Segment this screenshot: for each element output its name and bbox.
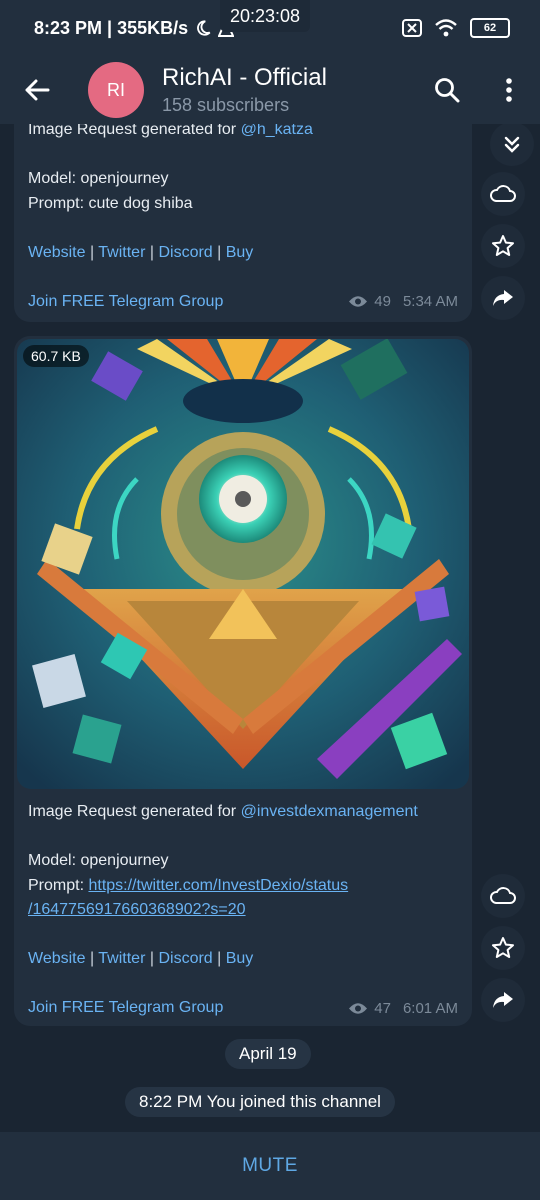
- favorite-button[interactable]: [481, 224, 525, 268]
- buy-link[interactable]: Buy: [226, 244, 254, 261]
- message-bubble[interactable]: Image Request generated for @h_katza Mod…: [14, 124, 472, 322]
- arrow-left-icon: [25, 79, 50, 101]
- cloud-icon: [490, 185, 516, 202]
- join-group-link[interactable]: Join FREE Telegram Group: [28, 293, 223, 311]
- message-time: 5:34 AM: [402, 293, 458, 310]
- discord-link[interactable]: Discord: [158, 950, 212, 967]
- message-time: 6:01 AM: [402, 999, 458, 1017]
- user-mention[interactable]: @h_katza: [241, 124, 313, 138]
- share-button[interactable]: [481, 978, 525, 1022]
- request-line: Image Request generated for @h_katza: [28, 124, 458, 143]
- prompt-line: Prompt: cute dog shiba: [28, 194, 193, 212]
- service-message: 8:22 PM You joined this channel: [125, 1087, 395, 1117]
- discord-link[interactable]: Discord: [158, 244, 212, 261]
- links-row: Website | Twitter | Discord | Buy: [28, 243, 254, 261]
- buy-link[interactable]: Buy: [226, 950, 254, 967]
- sim-off-icon: [402, 19, 422, 37]
- subscriber-count: 158 subscribers: [162, 95, 290, 115]
- clock-overlay: 20:23:08: [220, 0, 311, 32]
- model-line: Model: openjourney: [28, 852, 169, 869]
- bottom-bar: MUTE: [0, 1132, 540, 1200]
- status-time: 8:23 PM | 355KB/s: [34, 17, 189, 38]
- channel-title: RichAI - Official: [162, 64, 327, 91]
- more-vertical-icon: [506, 78, 512, 102]
- search-icon: [435, 78, 460, 103]
- prompt-url-link[interactable]: https://twitter.com/InvestDexio/status: [88, 877, 348, 894]
- file-size-badge: 60.7 KB: [23, 345, 89, 367]
- cloud-icon: [490, 887, 516, 904]
- twitter-link[interactable]: Twitter: [98, 244, 145, 261]
- prompt-line: Prompt: https://twitter.com/InvestDexio/…: [28, 876, 349, 894]
- search-button[interactable]: [416, 56, 478, 124]
- status-bar: 8:23 PM | 355KB/s 20:23:08 62: [0, 0, 540, 56]
- back-button[interactable]: [0, 56, 74, 124]
- share-button[interactable]: [481, 276, 525, 320]
- links-row: Website | Twitter | Discord | Buy: [28, 950, 254, 967]
- scroll-down-button[interactable]: [490, 124, 534, 166]
- user-mention[interactable]: @investdexmanagement: [241, 803, 418, 820]
- eye-icon: [349, 1002, 368, 1014]
- star-icon: [492, 937, 514, 958]
- channel-info[interactable]: RichAI - Official 158 subscribers: [162, 64, 327, 116]
- channel-avatar[interactable]: RI: [88, 62, 144, 118]
- moon-icon: [197, 20, 211, 36]
- message-list[interactable]: Image Request generated for @h_katza Mod…: [0, 124, 540, 1132]
- favorite-button[interactable]: [481, 926, 525, 970]
- abstract-artwork-image: [17, 339, 469, 789]
- message-bubble[interactable]: 60.7 KB Image Request generated for @inv…: [14, 336, 472, 1026]
- save-to-cloud-button[interactable]: [481, 874, 525, 918]
- save-to-cloud-button[interactable]: [481, 172, 525, 216]
- date-separator: April 19: [225, 1039, 311, 1069]
- chat-header: RI RichAI - Official 158 subscribers: [0, 56, 540, 124]
- eye-icon: [349, 296, 368, 307]
- prompt-url-link-cont[interactable]: /1647756917660368902?s=20: [28, 901, 246, 918]
- battery-indicator: 62: [470, 18, 510, 38]
- website-link[interactable]: Website: [28, 950, 86, 967]
- join-group-link[interactable]: Join FREE Telegram Group: [28, 999, 223, 1017]
- share-arrow-icon: [493, 290, 513, 306]
- website-link[interactable]: Website: [28, 244, 86, 261]
- view-count: 49: [374, 293, 391, 310]
- request-line: Image Request generated for @investdexma…: [28, 803, 418, 820]
- more-options-button[interactable]: [478, 56, 540, 124]
- wifi-icon: [435, 19, 457, 37]
- view-count: 47: [374, 999, 391, 1017]
- star-icon: [492, 235, 514, 256]
- twitter-link[interactable]: Twitter: [98, 950, 145, 967]
- chevron-double-down-icon: [504, 136, 520, 153]
- share-arrow-icon: [493, 992, 513, 1008]
- model-line: Model: openjourney: [28, 170, 169, 187]
- mute-button[interactable]: MUTE: [242, 1155, 298, 1177]
- generated-image[interactable]: 60.7 KB: [17, 339, 469, 789]
